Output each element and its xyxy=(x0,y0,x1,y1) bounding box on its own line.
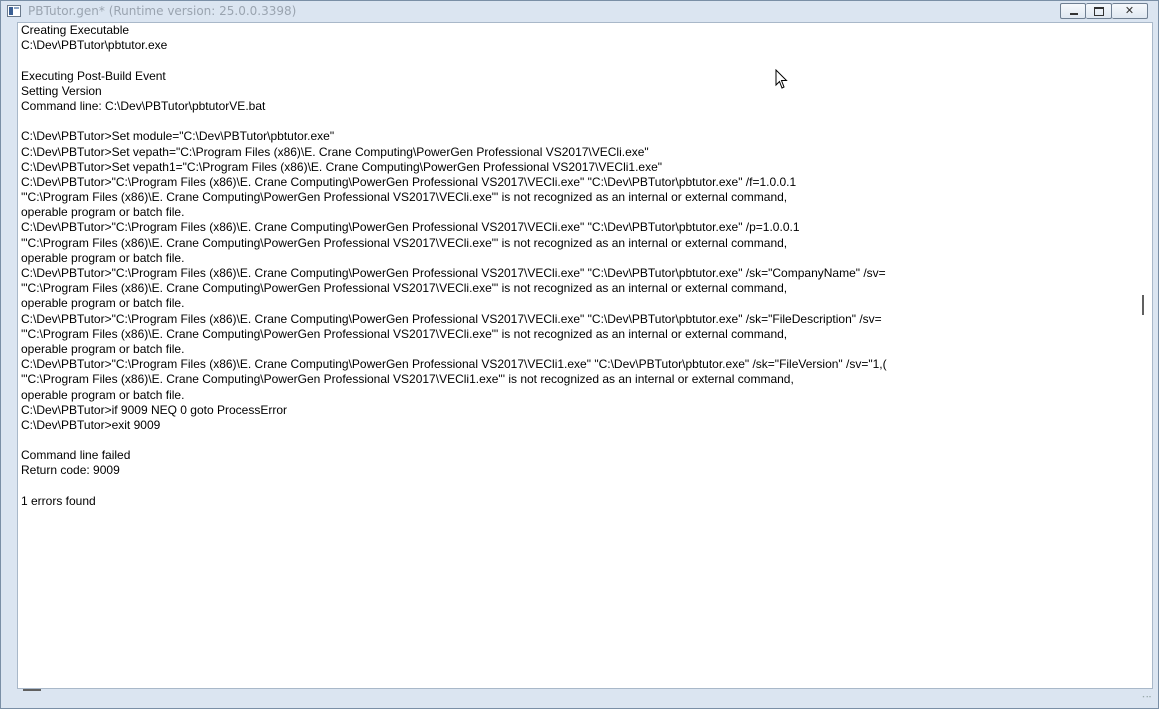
log-line: Creating Executable xyxy=(21,23,130,37)
log-line: C:\Dev\PBTutor>"C:\Program Files (x86)\E… xyxy=(21,174,797,189)
app-icon[interactable] xyxy=(7,5,21,17)
log-line: C:\Dev\PBTutor>exit 9009 xyxy=(21,417,161,432)
log-line: C:\Dev\PBTutor>"C:\Program Files (x86)\E… xyxy=(21,266,886,280)
output-window: PBTutor.gen* (Runtime version: 25.0.0.33… xyxy=(0,0,1159,709)
log-line: operable program or batch file. xyxy=(21,341,185,356)
log-line: '"C:\Program Files (x86)\E. Crane Comput… xyxy=(21,281,788,296)
build-output-log[interactable]: Creating Executable C:\Dev\PBTutor\pbtuto… xyxy=(21,23,1132,688)
log-line: '"C:\Program Files (x86)\E. Crane Comput… xyxy=(21,372,794,387)
log-line: operable program or batch file. xyxy=(21,387,185,402)
log-line: operable program or batch file. xyxy=(21,205,185,220)
close-button[interactable]: ✕ xyxy=(1112,3,1148,19)
log-line: C:\Dev\PBTutor>Set module="C:\Dev\PBTuto… xyxy=(21,129,335,144)
horizontal-scrollbar-thumb[interactable] xyxy=(23,689,41,691)
log-line: 1 errors found xyxy=(21,493,96,508)
log-line: C:\Dev\PBTutor>"C:\Program Files (x86)\E… xyxy=(21,357,887,372)
log-line: Executing Post-Build Event xyxy=(21,68,166,83)
log-line: Return code: 9009 xyxy=(21,463,120,478)
log-line: operable program or batch file. xyxy=(21,250,185,265)
log-line: C:\Dev\PBTutor>Set vepath1="C:\Program F… xyxy=(21,159,663,174)
log-line: C:\Dev\PBTutor>if 9009 NEQ 0 goto Proces… xyxy=(21,402,287,417)
log-line: '"C:\Program Files (x86)\E. Crane Comput… xyxy=(21,190,788,205)
maximize-button[interactable] xyxy=(1086,3,1112,19)
title-bar[interactable]: PBTutor.gen* (Runtime version: 25.0.0.33… xyxy=(1,1,1158,22)
log-line: C:\Dev\PBTutor>"C:\Program Files (x86)\E… xyxy=(21,220,800,235)
log-line: Setting Version xyxy=(21,83,102,98)
vertical-scrollbar[interactable] xyxy=(1134,23,1152,688)
log-line: operable program or batch file. xyxy=(21,296,185,311)
close-icon: ✕ xyxy=(1124,4,1135,17)
mouse-cursor-icon xyxy=(775,69,788,89)
maximize-icon xyxy=(1094,7,1104,16)
minimize-button[interactable] xyxy=(1060,3,1086,19)
log-line: Command line failed xyxy=(21,448,131,463)
log-line: Command line: C:\Dev\PBTutor\pbtutorVE.b… xyxy=(21,98,266,113)
scrollbar-thumb[interactable] xyxy=(1142,295,1144,315)
log-line: C:\Dev\PBTutor\pbtutor.exe xyxy=(21,38,168,53)
window-title: PBTutor.gen* (Runtime version: 25.0.0.33… xyxy=(28,4,297,18)
window-controls: ✕ xyxy=(1060,3,1148,19)
minimize-icon xyxy=(1070,13,1078,15)
log-line: '"C:\Program Files (x86)\E. Crane Comput… xyxy=(21,326,788,341)
resize-grip-icon[interactable]: ⠠⠤ xyxy=(1139,691,1152,701)
log-line: C:\Dev\PBTutor>Set vepath="C:\Program Fi… xyxy=(21,144,649,159)
log-line: '"C:\Program Files (x86)\E. Crane Comput… xyxy=(21,235,788,250)
output-pane[interactable]: Creating Executable C:\Dev\PBTutor\pbtuto… xyxy=(17,22,1153,689)
log-line: C:\Dev\PBTutor>"C:\Program Files (x86)\E… xyxy=(21,311,882,326)
